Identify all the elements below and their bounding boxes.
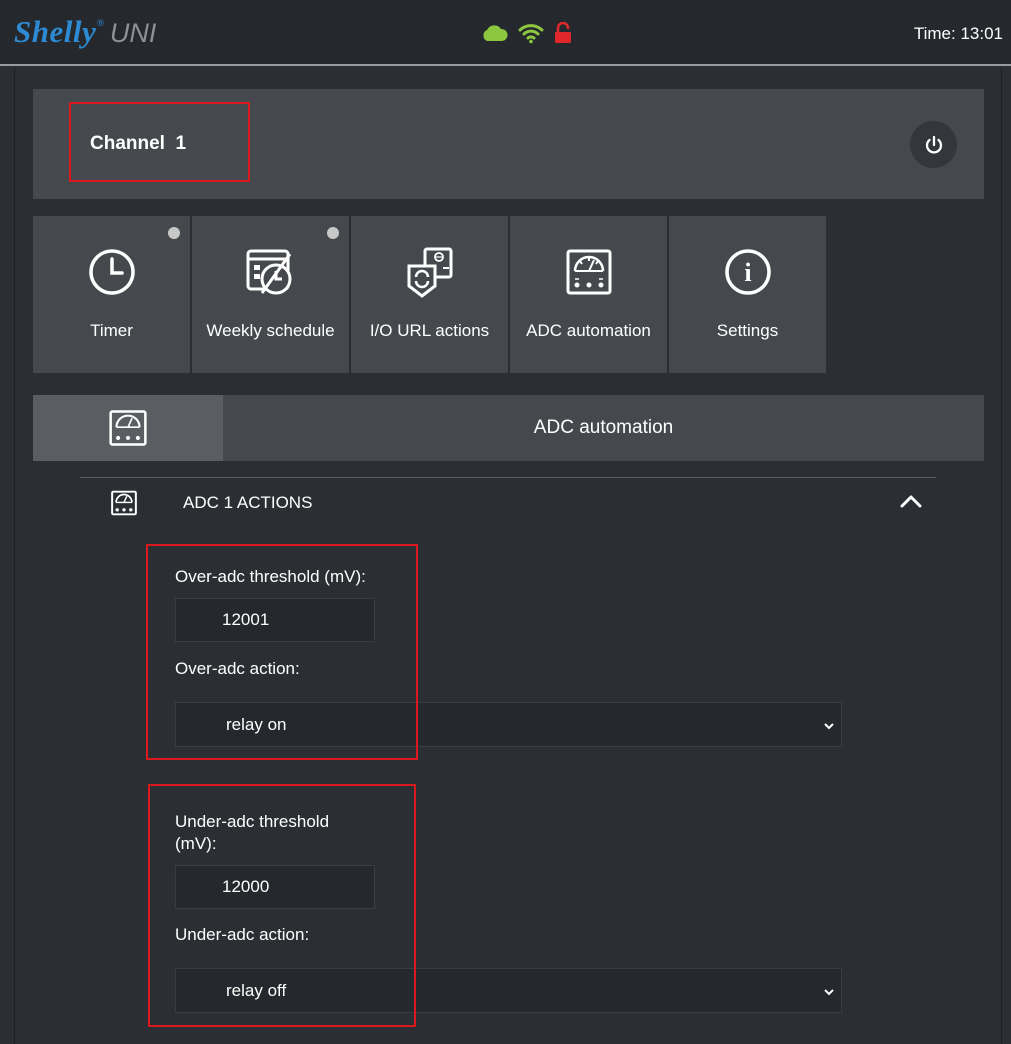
over-action-select[interactable]: relay on (175, 702, 842, 747)
under-action-value: relay off (226, 981, 287, 1000)
shelly-logo: Shelly ® UNI (14, 14, 156, 50)
chevron-up-icon[interactable] (900, 493, 922, 514)
io-url-actions-icon (407, 247, 452, 298)
info-icon: i (724, 249, 771, 295)
logo-brand: Shelly (14, 14, 97, 49)
chevron-down-icon (823, 718, 835, 736)
tile-label: Weekly schedule (206, 321, 335, 340)
under-action-select[interactable]: relay off (175, 968, 842, 1013)
adc-actions-title: ADC 1 ACTIONS (183, 493, 313, 512)
tile-label: Settings (716, 321, 779, 340)
power-button[interactable] (910, 121, 957, 168)
divider (80, 477, 936, 478)
over-threshold-label: Over-adc threshold (mV): (175, 567, 366, 586)
chevron-down-icon (823, 984, 835, 1002)
tile-weekly-schedule[interactable]: Weekly schedule (192, 216, 349, 373)
over-threshold-input[interactable] (175, 598, 375, 642)
tile-settings[interactable]: i Settings (669, 216, 826, 373)
feature-tiles: Timer Weekly schedule I/O URL actions AD… (33, 216, 828, 373)
under-action-label: Under-adc action: (175, 925, 310, 944)
tile-adc-automation[interactable]: ADC automation (510, 216, 667, 373)
top-bar: Shelly ® UNI Time: 13:01 (0, 0, 1011, 66)
over-action-label: Over-adc action: (175, 659, 300, 678)
clock-icon (88, 249, 135, 295)
section-title: ADC automation (533, 417, 674, 438)
under-threshold-label: Under-adc threshold (mV): (175, 812, 330, 853)
tile-io-url-actions[interactable]: I/O URL actions (351, 216, 508, 373)
weekly-schedule-indicator (327, 227, 339, 239)
tile-label: I/O URL actions (369, 321, 490, 340)
content-frame (14, 68, 1002, 1044)
over-action-value: relay on (226, 715, 287, 734)
adc-automation-header: ADC automation (33, 395, 984, 461)
section-icon-box[interactable] (33, 395, 223, 461)
time-display: Time: 13:01 (913, 24, 1003, 43)
adc-gauge-icon (109, 410, 147, 446)
weekly-schedule-icon (246, 249, 291, 295)
tile-label: ADC automation (526, 321, 651, 340)
registered-mark: ® (97, 18, 104, 28)
svg-text:i: i (744, 258, 751, 287)
cloud-icon (480, 23, 508, 48)
adc-gauge-icon (110, 490, 138, 521)
timer-indicator (168, 227, 180, 239)
logo-model: UNI (109, 18, 157, 48)
status-icons (480, 21, 572, 49)
under-threshold-input[interactable] (175, 865, 375, 909)
wifi-icon (518, 22, 544, 49)
power-icon (925, 135, 942, 153)
lock-open-icon (554, 21, 572, 49)
adc-gauge-icon (566, 249, 611, 295)
tile-timer[interactable]: Timer (33, 216, 190, 373)
channel-title: Channel 1 (90, 133, 187, 154)
tile-label: Timer (90, 321, 133, 340)
